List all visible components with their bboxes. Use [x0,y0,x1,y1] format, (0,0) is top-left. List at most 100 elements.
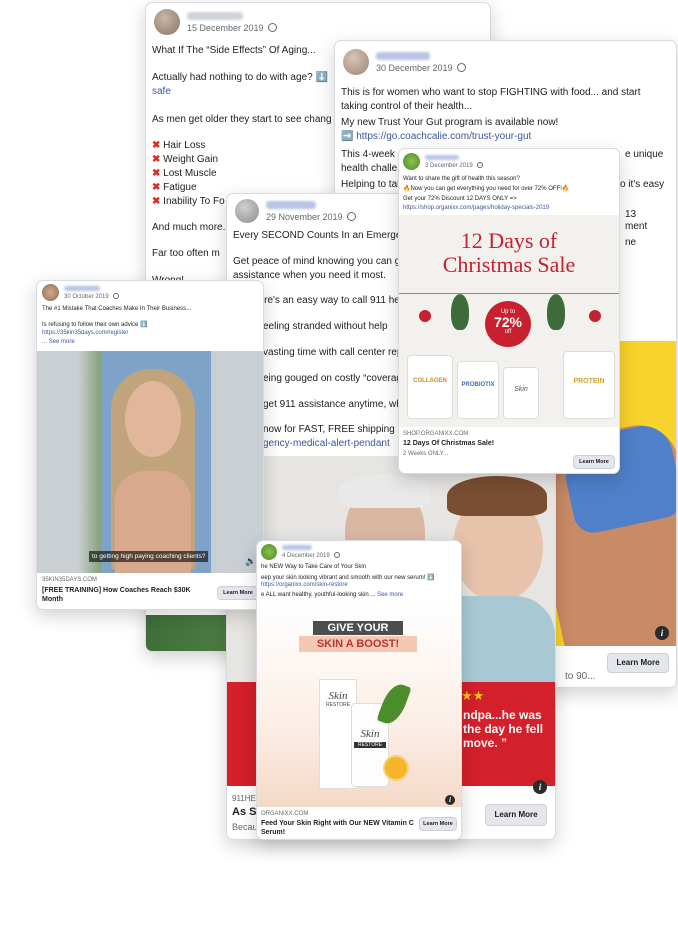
post-text: taking control of their health... [341,101,473,112]
post-text: he NEW Way to Take Care of Your Skin [261,564,367,570]
post-text: health challe [341,163,398,174]
list-item-label: Lost Muscle [163,168,217,179]
avatar[interactable] [154,9,180,35]
globe-icon [476,161,483,168]
post-text: Get your 72% Discount 12 DAYS ONLY => [403,196,517,202]
ad-description: Becau [232,822,258,832]
post-link[interactable]: https://shop.organixx.com/pages/holiday-… [403,205,549,211]
post-header: 30 October 2019 [42,284,119,301]
product-label: Skin [328,690,348,702]
badge-percent: 72% [493,314,523,330]
post-text: Actually had nothing to do with age? ⬇️ [152,72,328,83]
avatar[interactable] [403,153,420,170]
banner-line-2: SKIN A BOOST! [299,636,417,652]
badge-bottom: off [504,329,512,335]
learn-more-button[interactable]: Learn More [419,817,457,831]
post-text: 🔥Now you can get everything you need for… [403,186,570,192]
ad-quote: ndpa...he was the day he fell move. ” [463,708,544,750]
list-item-label: Fatigue [163,182,197,193]
post-text: Want to share the gift of health this se… [403,176,520,182]
info-icon[interactable]: i [655,626,669,640]
arrow-right-icon: ➡️ [341,131,354,142]
post-text: vasting time with call center rep [263,347,403,358]
see-more-link[interactable]: See more [377,592,403,598]
post-text: And much more. [152,222,226,233]
post-date[interactable]: 4 December 2019 [282,553,330,559]
post-link[interactable]: https://organixx.com/skin-restore [261,582,348,588]
ad-video[interactable]: to getting high paying coaching clients?… [37,351,263,573]
avatar[interactable] [235,199,259,223]
post-text: Get peace of mind knowing you can ge [233,256,406,267]
post-text-snippet: e ALL want healthy, youthful-looking ski… [261,592,378,598]
page-name[interactable] [266,200,316,209]
ad-title[interactable]: Feed Your Skin Right with Our NEW Vitami… [261,819,414,837]
learn-more-button[interactable]: Learn More [485,804,547,826]
ad-domain: 911HE [232,794,256,803]
post-link[interactable]: safe [152,86,171,97]
pine-icon [451,294,469,330]
product-label: COLLAGEN [413,378,447,384]
post-text: e unique [625,149,664,160]
ad-card-christmas: 3 December 2019 Want to share the gift o… [398,148,620,474]
globe-icon [346,211,356,221]
ad-domain: ORGANIXX.COM [261,811,309,817]
list-item: ✖ Inability To Fo [152,196,225,207]
product-label: Skin [514,386,528,393]
rating-stars: ★★ [461,688,485,703]
post-header: 29 November 2019 [235,199,356,223]
post-date[interactable]: 30 December 2019 [376,63,453,73]
post-text: here's an easy way to call 911 hel [253,295,403,306]
list-item: ✖ Weight Gain [152,154,218,165]
ad-title[interactable]: As S [232,806,256,818]
post-text: This is for women who want to stop FIGHT… [341,87,641,98]
post-link[interactable]: https://35kin35days.com/register [42,330,128,336]
post-text: This 4-week [341,149,395,160]
product-jar: COLLAGEN [407,355,453,419]
post-link[interactable]: gency-medical-alert-pendant [263,438,390,449]
product-label: PROBIOTIX [461,382,495,388]
avatar[interactable] [343,49,369,75]
banner-line-1: GIVE YOUR [313,621,403,635]
ad-description: to 90... [565,671,596,682]
page-name[interactable] [425,154,459,160]
post-date[interactable]: 30 October 2019 [64,294,109,300]
post-date[interactable]: 15 December 2019 [187,23,264,33]
page-name[interactable] [376,51,430,60]
ad-title[interactable]: [FREE TRAINING] How Coaches Reach $30K M… [42,586,191,604]
info-icon[interactable]: i [533,780,547,794]
post-text: so it's easy [615,179,665,190]
learn-more-button[interactable]: Learn More [573,455,615,469]
ad-title[interactable]: 12 Days Of Christmas Sale! [403,440,494,447]
ad-description: 2 Weeks ONLY... [403,451,449,457]
ornament-icon [419,310,431,322]
video-caption: to getting high paying coaching clients? [89,551,209,562]
post-text: Far too often m [152,248,220,259]
post-text: eep your skin looking vibrant and smooth… [261,575,435,581]
post-date[interactable]: 3 December 2019 [425,163,473,169]
learn-more-button[interactable]: Learn More [217,586,259,600]
post-text: The #1 Mistake That Coaches Make In Thei… [42,306,192,312]
ad-image[interactable]: 12 Days of Christmas Sale Up to 72% off … [399,215,619,427]
globe-icon [456,62,466,72]
see-more-link[interactable]: ... See more [42,339,75,345]
avatar[interactable] [42,284,59,301]
ad-image[interactable]: GIVE YOUR SKIN A BOOST! Skin RESTORE Ski… [257,603,461,807]
list-item: ✖ Fatigue [152,182,197,193]
discount-badge: Up to 72% off [485,301,531,347]
learn-more-button[interactable]: Learn More [607,653,669,673]
sale-headline: 12 Days of Christmas Sale [442,228,576,277]
page-name[interactable] [64,285,100,291]
post-date[interactable]: 29 November 2019 [266,212,343,222]
globe-icon [333,552,340,558]
post-link[interactable]: https://go.coachcalie.com/trust-your-gut [356,131,531,142]
volume-icon[interactable]: 🔈 [245,556,256,567]
page-name[interactable] [282,545,312,550]
avatar[interactable] [261,544,277,560]
product-label: Skin [360,728,380,740]
info-icon[interactable]: i [445,795,455,805]
page-name[interactable] [187,11,243,20]
post-text: Every SECOND Counts In an Emergenc [233,230,412,241]
x-mark-icon: ✖ [152,182,161,193]
ad-domain: 35KIN35DAYS.COM [42,577,97,583]
post-text: ne [625,237,637,248]
